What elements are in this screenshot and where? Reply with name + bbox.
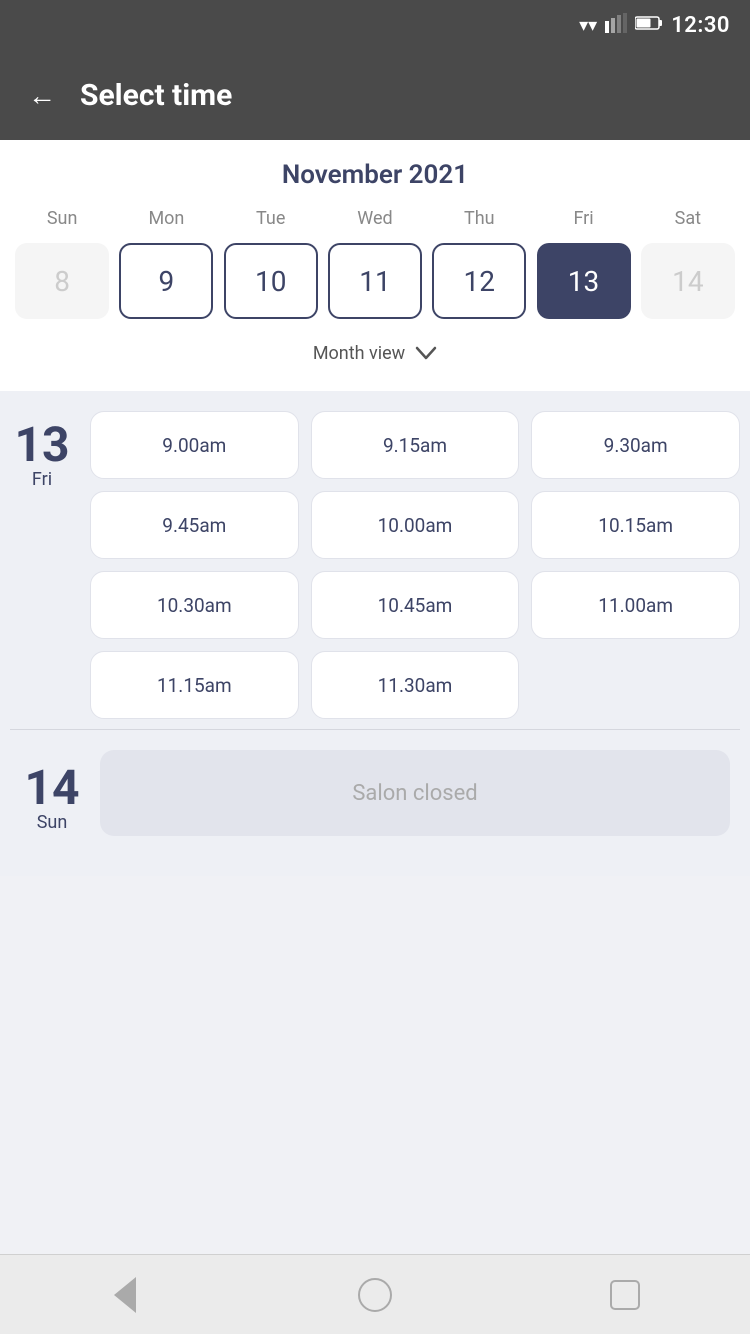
slot-10-45am[interactable]: 10.45am xyxy=(311,571,520,639)
weekday-mon: Mon xyxy=(114,208,218,229)
date-11[interactable]: 11 xyxy=(328,243,422,319)
home-circle-icon xyxy=(358,1278,392,1312)
weekday-sun: Sun xyxy=(10,208,114,229)
day-name-14: Sun xyxy=(37,812,68,833)
back-button[interactable]: ← xyxy=(28,79,56,112)
slot-11-30am[interactable]: 11.30am xyxy=(311,651,520,719)
bottom-nav xyxy=(0,1254,750,1334)
weekday-fri: Fri xyxy=(531,208,635,229)
nav-home-button[interactable] xyxy=(350,1270,400,1320)
weekday-row: Sun Mon Tue Wed Thu Fri Sat xyxy=(10,208,740,229)
signal-icon xyxy=(605,13,627,38)
time-slots-grid: 9.00am 9.15am 9.30am 9.45am 10.00am 10.1… xyxy=(90,411,740,719)
slot-9-45am[interactable]: 9.45am xyxy=(90,491,299,559)
day-block-13: 13 Fri 9.00am 9.15am 9.30am 9.45am 10.00… xyxy=(10,411,740,719)
day-name-13: Fri xyxy=(32,469,52,490)
slot-9-00am[interactable]: 9.00am xyxy=(90,411,299,479)
slot-10-15am[interactable]: 10.15am xyxy=(531,491,740,559)
wifi-icon: ▾▾ xyxy=(579,15,597,36)
nav-recent-button[interactable] xyxy=(600,1270,650,1320)
status-icons: ▾▾ 12:30 xyxy=(579,13,730,38)
section-divider xyxy=(10,729,740,730)
time-section: 13 Fri 9.00am 9.15am 9.30am 9.45am 10.00… xyxy=(0,391,750,876)
slot-9-30am[interactable]: 9.30am xyxy=(531,411,740,479)
back-triangle-icon xyxy=(114,1277,136,1313)
month-title: November 2021 xyxy=(10,160,740,190)
nav-back-button[interactable] xyxy=(100,1270,150,1320)
date-13[interactable]: 13 xyxy=(537,243,631,319)
weekday-sat: Sat xyxy=(636,208,740,229)
page-title: Select time xyxy=(80,78,232,113)
date-9[interactable]: 9 xyxy=(119,243,213,319)
day-number-13: 13 xyxy=(14,421,69,469)
slot-10-30am[interactable]: 10.30am xyxy=(90,571,299,639)
calendar-section: November 2021 Sun Mon Tue Wed Thu Fri Sa… xyxy=(0,140,750,391)
month-view-label: Month view xyxy=(313,343,405,364)
date-12[interactable]: 12 xyxy=(432,243,526,319)
header: ← Select time xyxy=(0,50,750,140)
recent-square-icon xyxy=(610,1280,640,1310)
closed-block-14: 14 Sun Salon closed xyxy=(10,740,740,856)
slot-9-15am[interactable]: 9.15am xyxy=(311,411,520,479)
calendar-dates-row: 8 9 10 11 12 13 14 xyxy=(10,239,740,329)
slot-11-15am[interactable]: 11.15am xyxy=(90,651,299,719)
weekday-tue: Tue xyxy=(219,208,323,229)
status-time: 12:30 xyxy=(671,13,730,38)
slot-10-00am[interactable]: 10.00am xyxy=(311,491,520,559)
status-bar: ▾▾ 12:30 xyxy=(0,0,750,50)
salon-closed-message: Salon closed xyxy=(100,750,730,836)
date-10[interactable]: 10 xyxy=(224,243,318,319)
weekday-thu: Thu xyxy=(427,208,531,229)
day-label-13: 13 Fri xyxy=(10,411,74,719)
month-view-toggle[interactable]: Month view xyxy=(10,329,740,381)
slot-11-00am[interactable]: 11.00am xyxy=(531,571,740,639)
date-8[interactable]: 8 xyxy=(15,243,109,319)
date-14[interactable]: 14 xyxy=(641,243,735,319)
battery-icon xyxy=(635,15,663,36)
day-label-14: 14 Sun xyxy=(20,754,84,833)
chevron-down-icon xyxy=(415,341,437,365)
day-number-14: 14 xyxy=(24,764,79,812)
weekday-wed: Wed xyxy=(323,208,427,229)
